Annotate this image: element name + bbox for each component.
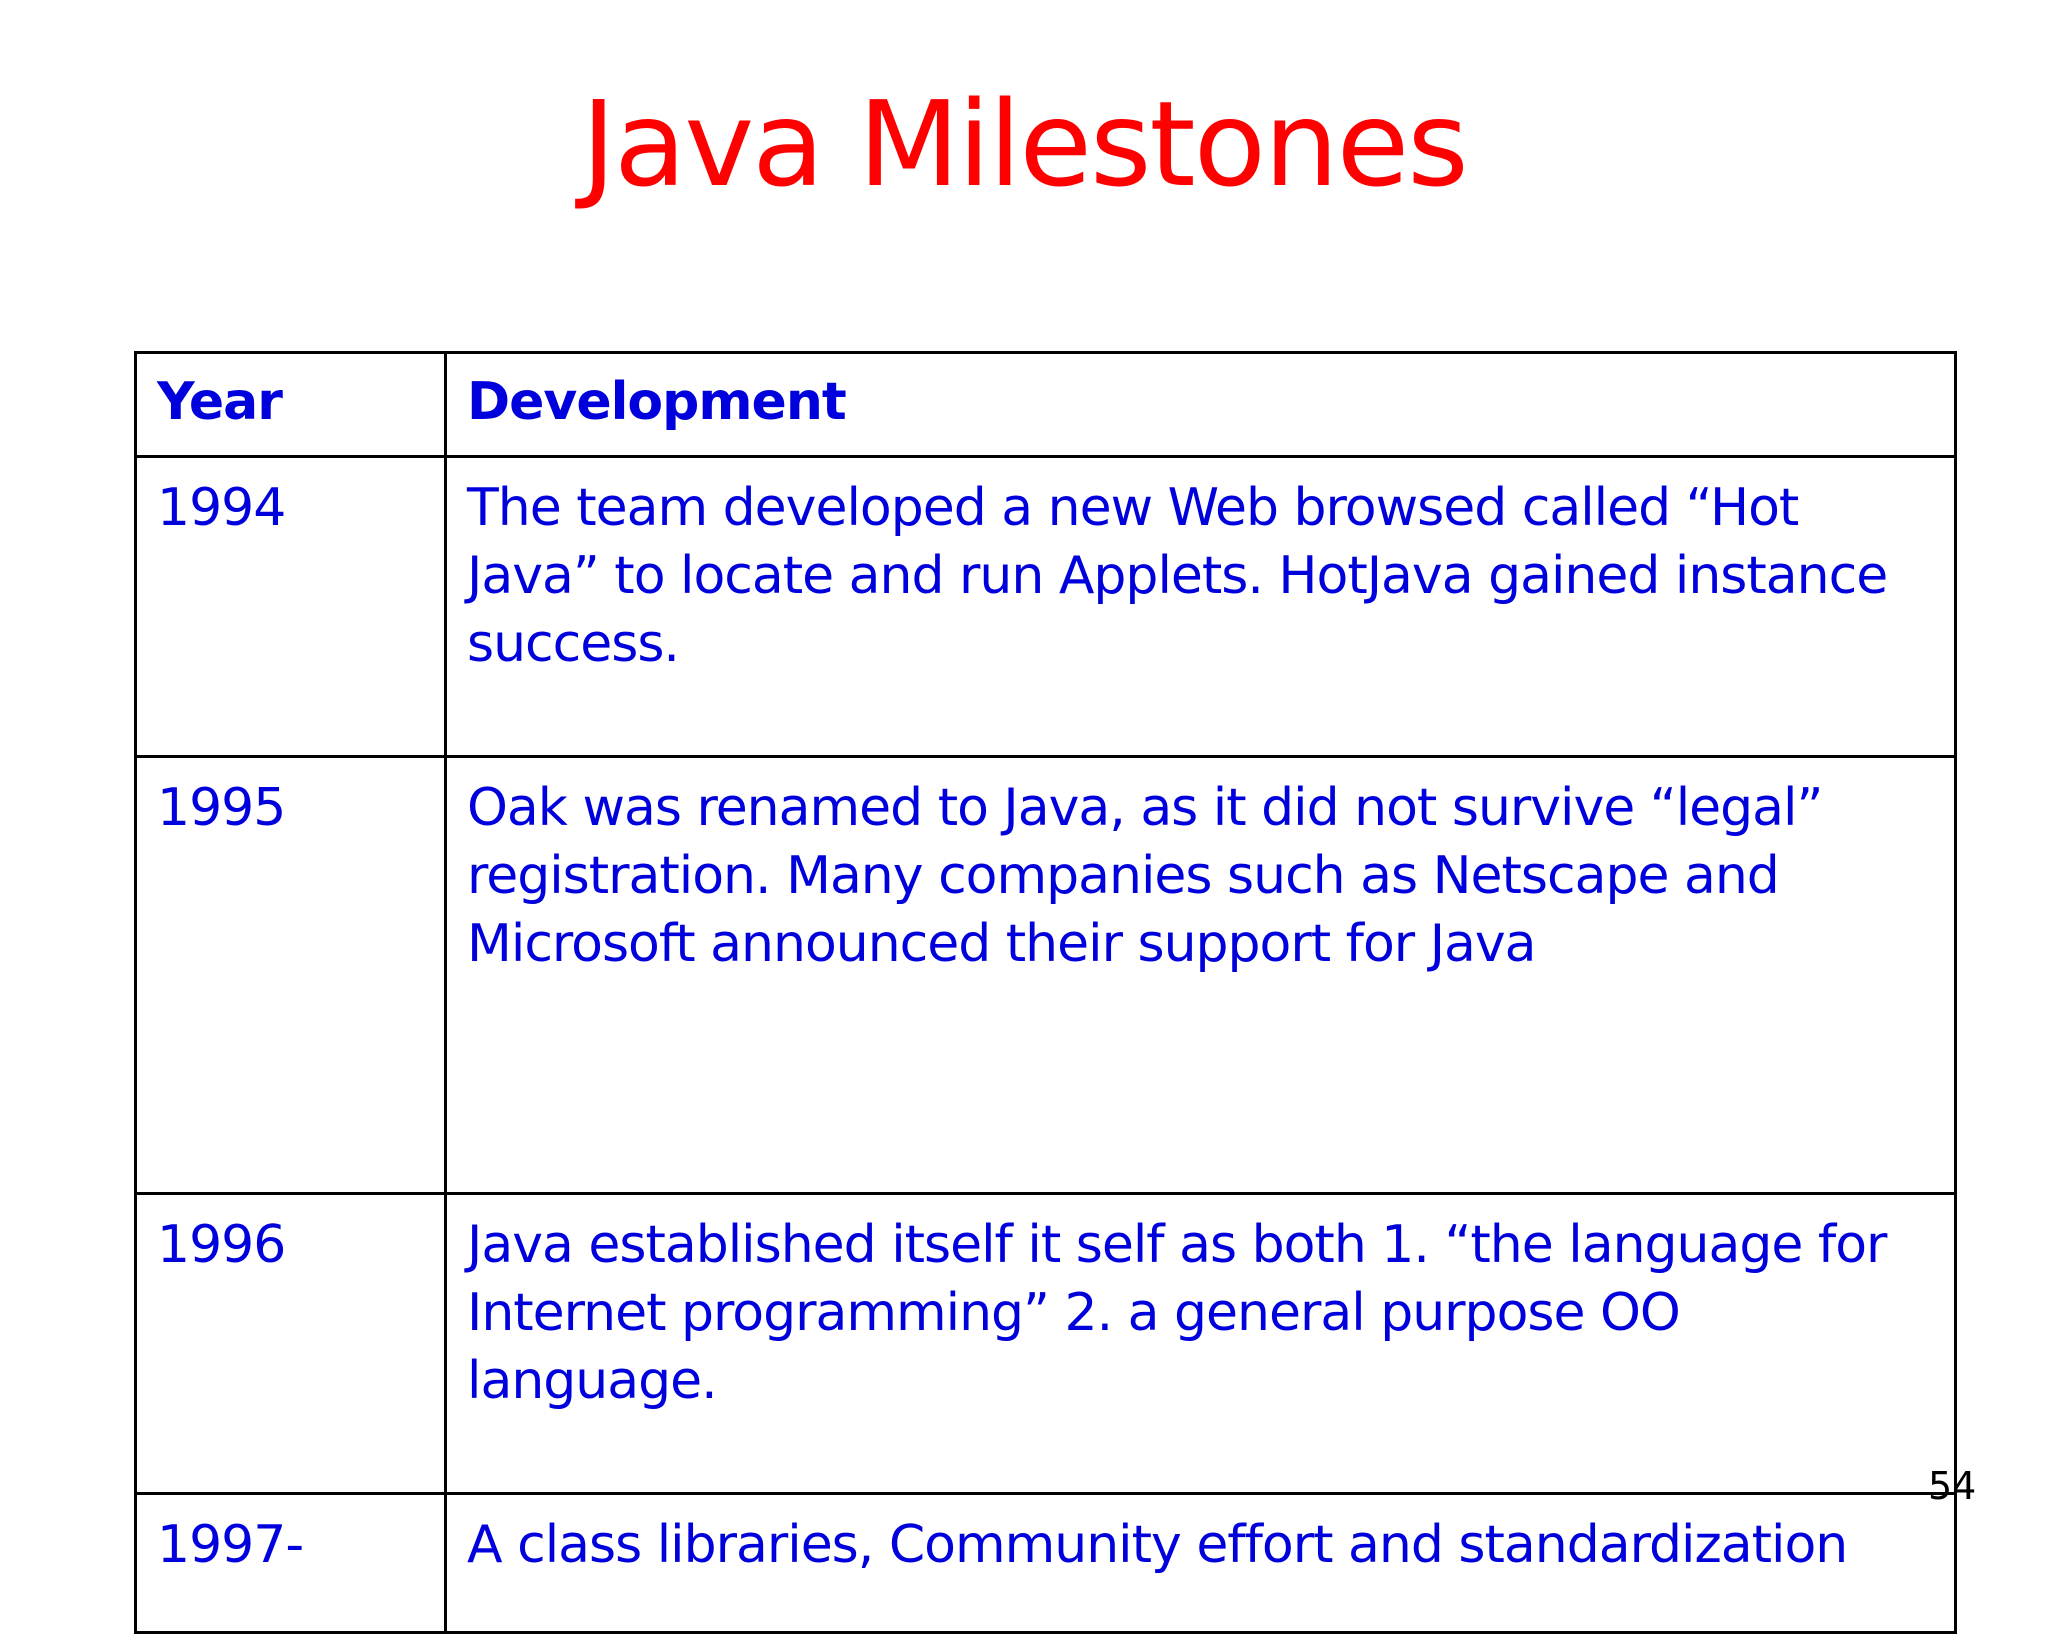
header-year: Year xyxy=(134,351,447,458)
table-row: 1995 Oak was renamed to Java, as it did … xyxy=(134,755,1957,1195)
development-cell: Oak was renamed to Java, as it did not s… xyxy=(444,755,1957,1195)
milestones-table: Year Development 1994 The team developed… xyxy=(134,351,1957,1634)
page-number: 54 xyxy=(1928,1464,1977,1508)
milestones-table-container: Year Development 1994 The team developed… xyxy=(134,351,1957,1634)
year-cell: 1994 xyxy=(134,455,447,758)
slide-title: Java Milestones xyxy=(581,75,1469,213)
year-cell: 1996 xyxy=(134,1192,447,1495)
development-cell: The team developed a new Web browsed cal… xyxy=(444,455,1957,758)
development-cell: Java established itself it self as both … xyxy=(444,1192,1957,1495)
year-cell: 1997- xyxy=(134,1492,447,1634)
year-cell: 1995 xyxy=(134,755,447,1195)
header-development: Development xyxy=(444,351,1957,458)
table-row: 1997- A class libraries, Community effor… xyxy=(134,1492,1957,1634)
table-header-row: Year Development xyxy=(134,351,1957,458)
table-row: 1996 Java established itself it self as … xyxy=(134,1192,1957,1495)
table-row: 1994 The team developed a new Web browse… xyxy=(134,455,1957,758)
development-cell: A class libraries, Community effort and … xyxy=(444,1492,1957,1634)
